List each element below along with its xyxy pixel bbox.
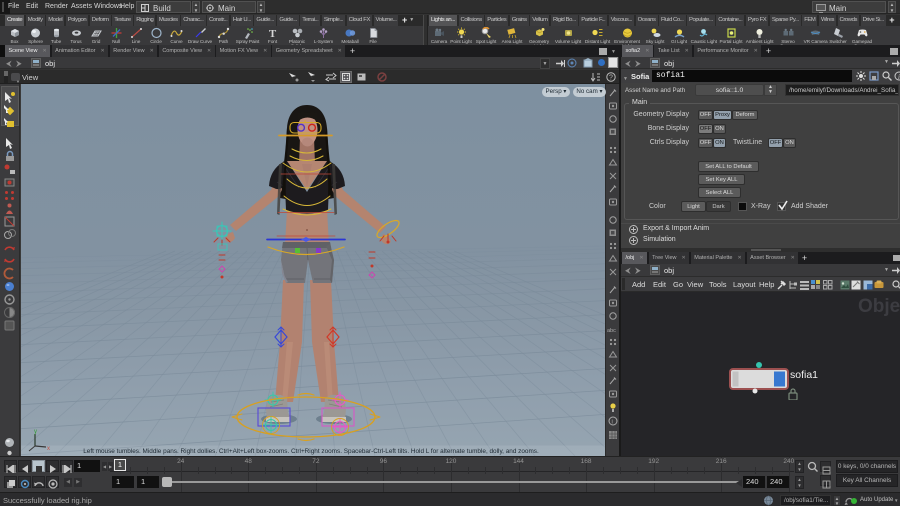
svg-text:i: i (612, 420, 613, 426)
svg-text:T: T (269, 28, 277, 39)
svg-text:?: ? (609, 75, 613, 82)
svg-text:abc: abc (607, 328, 616, 334)
svg-text:y: y (34, 429, 37, 435)
svg-text:Left mouse tumbles. Middle pan: Left mouse tumbles. Middle pans. Right d… (83, 448, 539, 455)
